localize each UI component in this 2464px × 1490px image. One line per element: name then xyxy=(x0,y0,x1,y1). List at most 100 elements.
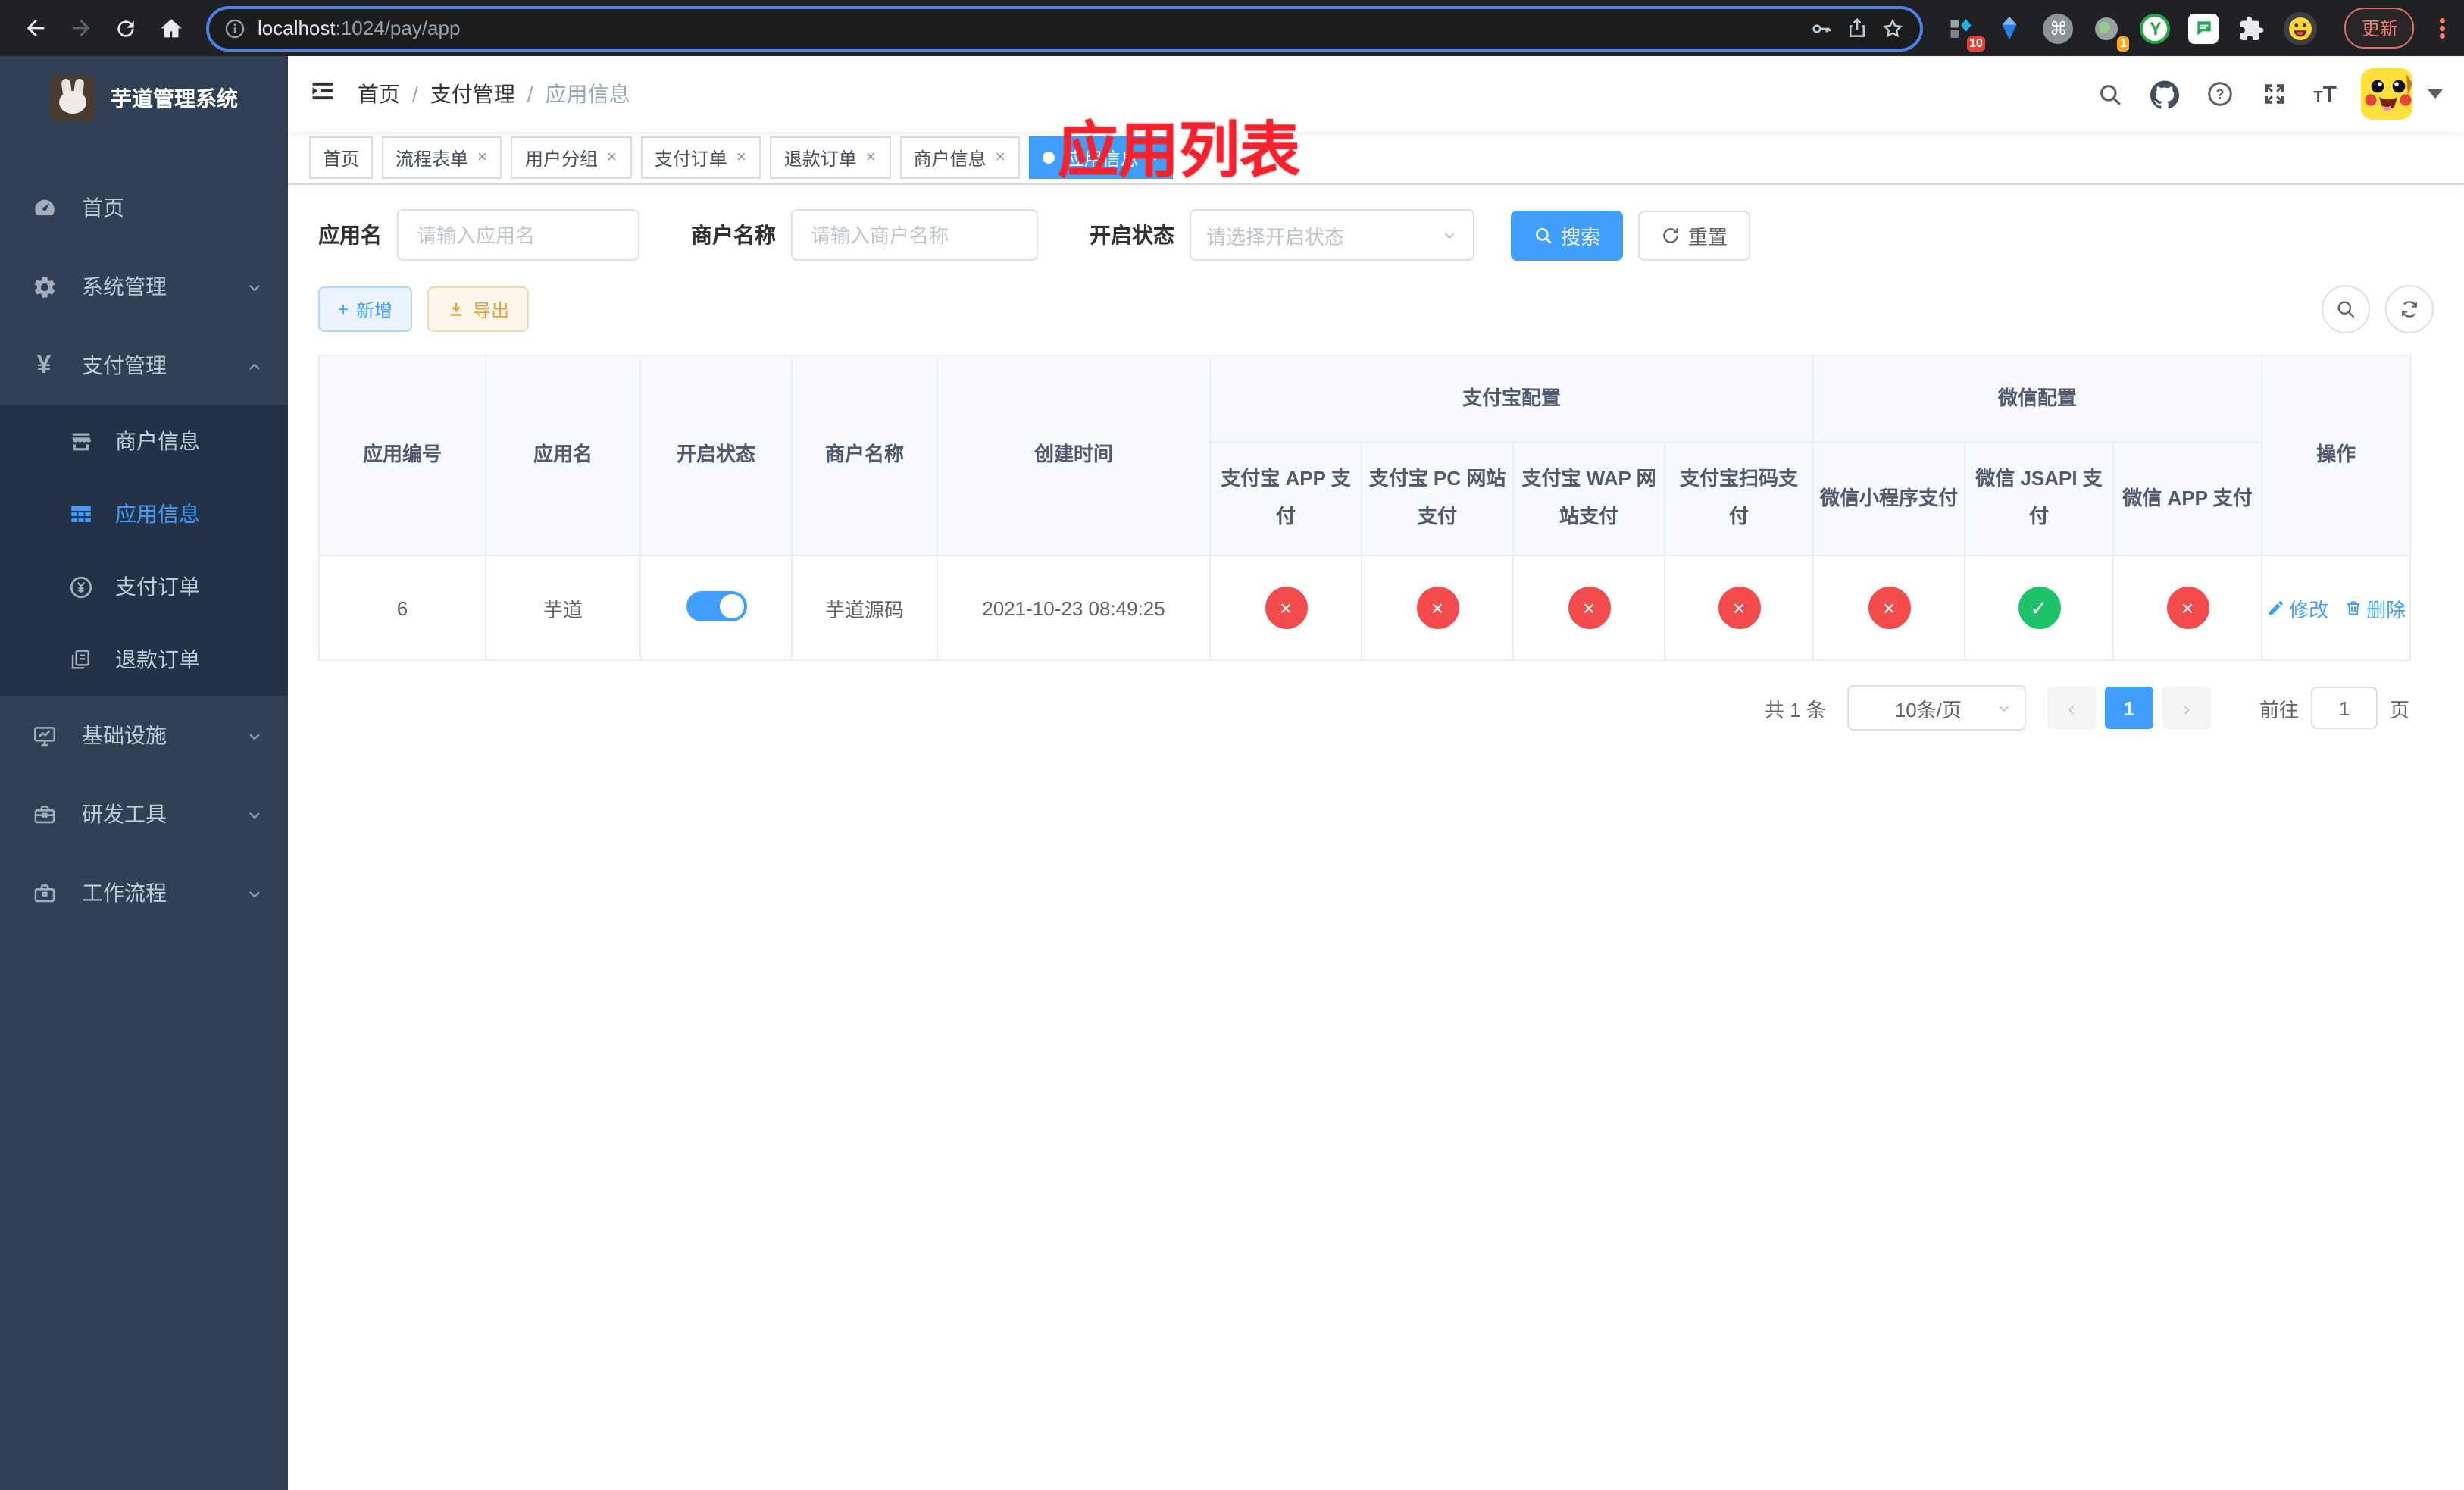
browser-back-button[interactable] xyxy=(15,8,55,48)
extensions-puzzle-icon[interactable] xyxy=(2236,11,2269,45)
browser-update-button[interactable]: 更新 xyxy=(2344,8,2415,49)
sidebar-item-home[interactable]: 首页 xyxy=(0,168,288,247)
site-info-icon[interactable] xyxy=(224,17,245,39)
browser-menu-icon[interactable]: • • • xyxy=(2439,11,2446,45)
cell-app-id: 6 xyxy=(318,555,486,661)
gear-icon xyxy=(30,273,58,300)
tab-process-form[interactable]: 流程表单 × xyxy=(382,136,502,179)
total-count: 共 1 条 xyxy=(1765,698,1826,721)
sidebar-item-workflow[interactable]: 工作流程 xyxy=(0,853,288,932)
status-label: 开启状态 xyxy=(1090,223,1174,247)
tasks-extension-icon[interactable]: 10 xyxy=(1945,11,1986,51)
profile-avatar-icon[interactable] xyxy=(2284,11,2318,45)
show-search-button[interactable] xyxy=(2322,285,2370,333)
col-header-app-name: 应用名 xyxy=(485,355,641,556)
col-header-status: 开启状态 xyxy=(639,355,793,556)
browser-forward-button[interactable] xyxy=(61,8,100,48)
export-button[interactable]: 导出 xyxy=(427,286,530,332)
chat-extension-icon[interactable] xyxy=(2187,11,2221,45)
tab-merchant-info[interactable]: 商户信息 × xyxy=(899,136,1021,179)
delete-link[interactable]: 删除 xyxy=(2344,593,2406,622)
goto-page-input[interactable] xyxy=(2310,687,2378,729)
tab-home[interactable]: 首页 xyxy=(309,136,374,179)
text-size-icon[interactable]: TT xyxy=(2313,81,2337,107)
address-bar[interactable]: localhost:1024/pay/app xyxy=(206,5,1924,51)
sidebar: 芋道管理系统 首页 系统管理 ¥ 支付管理 商户信息 应用信息 支付订单 退款订… xyxy=(0,56,288,1490)
refresh-icon xyxy=(2402,301,2417,318)
sidebar-item-refund-order[interactable]: 退款订单 xyxy=(0,623,288,696)
extension-badge: 1 xyxy=(2116,36,2130,51)
reset-button[interactable]: 重置 xyxy=(1638,210,1751,260)
col-header-alipay-app: 支付宝 APP 支付 xyxy=(1209,441,1362,556)
channel-status-icon: × xyxy=(1568,587,1610,629)
col-header-wechat-jsapi: 微信 JSAPI 支付 xyxy=(1964,441,2115,556)
command-extension-icon[interactable]: ⌘ xyxy=(2042,11,2075,45)
tab-user-group[interactable]: 用户分组 × xyxy=(511,136,632,179)
status-select[interactable]: 请选择开启状态 xyxy=(1190,209,1474,261)
toolbox-icon xyxy=(30,800,58,828)
page-size-select[interactable]: 10条/页 xyxy=(1846,685,2026,731)
close-icon[interactable]: × xyxy=(735,149,748,167)
edit-pencil-icon xyxy=(2269,601,2283,615)
sidebar-collapse-icon[interactable] xyxy=(288,77,358,111)
sidebar-item-dev-tools[interactable]: 研发工具 xyxy=(0,775,288,853)
fullscreen-icon[interactable] xyxy=(2259,79,2289,109)
tab-app-info[interactable]: 应用信息 × xyxy=(1029,136,1173,179)
app-name-input[interactable] xyxy=(397,209,639,261)
yen-circle-icon xyxy=(67,573,94,600)
close-icon[interactable]: × xyxy=(865,149,877,167)
sidebar-item-pay-order[interactable]: 支付订单 xyxy=(0,550,288,623)
refresh-table-button[interactable] xyxy=(2385,285,2434,333)
close-icon[interactable]: × xyxy=(1146,149,1159,167)
add-button[interactable]: + 新增 xyxy=(318,286,413,332)
app-name-label: 应用名 xyxy=(318,223,382,247)
sidebar-item-merchant-info[interactable]: 商户信息 xyxy=(0,405,288,477)
prev-page-button[interactable]: ‹ xyxy=(2047,687,2096,729)
y-extension-icon[interactable]: Y xyxy=(2139,11,2172,45)
close-icon[interactable]: × xyxy=(476,149,489,167)
page-unit-label: 页 xyxy=(2389,698,2409,721)
channel-status-icon: × xyxy=(1416,587,1459,629)
channel-status-icon: × xyxy=(1718,587,1760,629)
merchant-name-input[interactable] xyxy=(791,209,1038,261)
next-page-button[interactable]: › xyxy=(2162,687,2211,729)
page-number-1[interactable]: 1 xyxy=(2104,687,2153,729)
edit-link[interactable]: 修改 xyxy=(2266,593,2328,622)
share-icon[interactable] xyxy=(1846,17,1869,39)
cell-merchant: 芋道源码 xyxy=(791,555,938,661)
browser-home-button[interactable] xyxy=(152,8,191,48)
browser-reload-button[interactable] xyxy=(106,8,145,48)
user-avatar[interactable] xyxy=(2361,68,2412,120)
refresh-icon xyxy=(1663,227,1678,243)
gem-extension-icon[interactable] xyxy=(1993,11,2027,45)
col-header-alipay-pc: 支付宝 PC 网站支付 xyxy=(1361,441,1514,556)
recorder-extension-icon[interactable]: 1 xyxy=(2090,11,2130,51)
sidebar-item-app-info[interactable]: 应用信息 xyxy=(0,477,288,550)
sidebar-item-infrastructure[interactable]: 基础设施 xyxy=(0,696,288,775)
breadcrumb-payment[interactable]: 支付管理 xyxy=(430,79,515,109)
sidebar-item-payment[interactable]: ¥ 支付管理 xyxy=(0,326,288,405)
breadcrumb: 首页 / 支付管理 / 应用信息 xyxy=(358,79,630,109)
group-header-wechat: 微信配置 xyxy=(1812,355,2263,443)
status-toggle[interactable] xyxy=(686,590,746,621)
breadcrumb-home[interactable]: 首页 xyxy=(358,79,400,109)
col-header-wechat-mini: 微信小程序支付 xyxy=(1812,441,1966,556)
goto-label: 前往 xyxy=(2259,698,2299,721)
tab-pay-order[interactable]: 支付订单 × xyxy=(640,136,761,179)
bookmark-star-icon[interactable] xyxy=(1881,16,1906,40)
chevron-down-icon xyxy=(245,726,264,744)
password-key-icon[interactable] xyxy=(1810,16,1834,40)
header-search-icon[interactable] xyxy=(2095,79,2125,109)
github-icon[interactable] xyxy=(2150,79,2180,109)
col-header-app-id: 应用编号 xyxy=(318,355,486,556)
avatar-caret-down-icon[interactable] xyxy=(2428,89,2443,99)
close-icon[interactable]: × xyxy=(605,149,618,167)
help-icon[interactable]: ? xyxy=(2204,79,2234,109)
sidebar-item-system[interactable]: 系统管理 xyxy=(0,247,288,326)
search-button[interactable]: 搜索 xyxy=(1511,210,1624,260)
tab-refund-order[interactable]: 退款订单 × xyxy=(770,136,891,179)
tags-view-bar: 首页 流程表单 × 用户分组 × 支付订单 × 退款订单 × 商户信息 × 应用信息 × xyxy=(288,132,2464,185)
close-icon[interactable]: × xyxy=(994,149,1007,167)
sidebar-logo-row[interactable]: 芋道管理系统 xyxy=(0,56,288,141)
extensions-bar: 10 ⌘ 1 Y 更新 • • • xyxy=(1945,8,2449,51)
